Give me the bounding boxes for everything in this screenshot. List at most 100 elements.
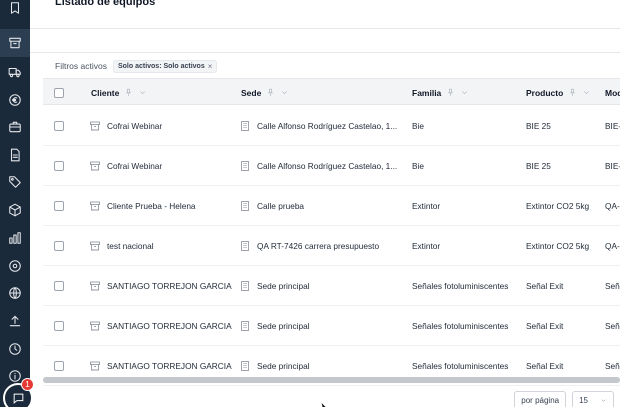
column-header-modelo[interactable]: Mod bbox=[605, 79, 620, 106]
cell-modelo: Señ bbox=[605, 266, 620, 306]
row-checkbox[interactable] bbox=[54, 266, 64, 306]
active-filters: Filtros activos Solo activos: Solo activ… bbox=[55, 59, 218, 73]
cliente-text: Cofrai Webinar bbox=[107, 121, 163, 131]
horizontal-scrollbar[interactable] bbox=[43, 377, 620, 383]
row-checkbox[interactable] bbox=[54, 226, 64, 266]
column-header-familia[interactable]: Familia bbox=[412, 79, 469, 106]
familia-text: Extintor bbox=[412, 201, 441, 211]
column-header-producto[interactable]: Producto bbox=[526, 79, 591, 106]
scrollbar-thumb[interactable] bbox=[43, 377, 620, 383]
column-label: Sede bbox=[241, 87, 262, 98]
building-icon bbox=[241, 241, 249, 251]
page-title: Listado de equipos bbox=[55, 0, 156, 8]
upload-icon[interactable] bbox=[0, 307, 30, 335]
producto-text: Señal Exit bbox=[526, 281, 564, 291]
remove-filter-icon[interactable]: × bbox=[208, 62, 213, 71]
bar-chart-icon[interactable] bbox=[0, 224, 30, 252]
select-all-checkbox[interactable] bbox=[54, 79, 64, 106]
building-icon bbox=[241, 281, 249, 291]
filter-pin-icon[interactable] bbox=[266, 88, 275, 97]
row-checkbox[interactable] bbox=[54, 186, 64, 226]
modelo-text: Señ bbox=[605, 361, 620, 371]
column-label: Cliente bbox=[91, 87, 120, 98]
table-row[interactable]: Cofrai Webinar Calle Alfonso Rodríguez Ca… bbox=[43, 146, 620, 186]
archive-box-icon[interactable] bbox=[0, 29, 30, 57]
filters-label: Filtros activos bbox=[55, 61, 107, 71]
table-row[interactable]: Cliente Prueba - Helena Calle prueba Extin… bbox=[43, 186, 620, 226]
cell-modelo: Señ bbox=[605, 306, 620, 346]
table-header: Cliente Sede Familia Producto Mod bbox=[43, 78, 620, 105]
sede-text: Sede principal bbox=[257, 281, 310, 291]
toolbar bbox=[30, 29, 620, 53]
familia-text: Bie bbox=[412, 121, 424, 131]
chevron-down-icon[interactable] bbox=[138, 88, 147, 97]
bookmark-icon[interactable] bbox=[0, 0, 30, 22]
producto-text: Extintor CO2 5kg bbox=[526, 241, 590, 251]
familia-text: Extintor bbox=[412, 241, 441, 251]
filter-pin-icon[interactable] bbox=[124, 88, 133, 97]
familia-text: Señales fotoluminiscentes bbox=[412, 321, 509, 331]
sede-text: Calle prueba bbox=[257, 201, 305, 211]
cliente-text: SANTIAGO TORREJON GARCIA bbox=[107, 281, 232, 291]
globe-icon[interactable] bbox=[0, 279, 30, 307]
producto-text: Señal Exit bbox=[526, 361, 564, 371]
column-header-sede[interactable]: Sede bbox=[241, 79, 289, 106]
archive-box-icon bbox=[90, 161, 100, 171]
cell-familia: Señales fotoluminiscentes bbox=[412, 266, 522, 306]
building-icon bbox=[241, 121, 249, 131]
briefcase-icon[interactable] bbox=[0, 113, 30, 141]
column-label: Mod bbox=[605, 87, 620, 98]
producto-text: BIE 25 bbox=[526, 121, 551, 131]
building-icon bbox=[241, 201, 249, 211]
sede-text: Calle Alfonso Rodríguez Castelao, 1... bbox=[257, 121, 398, 131]
cell-modelo: BIE- bbox=[605, 106, 620, 146]
filter-pin-icon[interactable] bbox=[446, 88, 455, 97]
document-icon[interactable] bbox=[0, 141, 30, 169]
chevron-down-icon[interactable] bbox=[280, 88, 289, 97]
table-row[interactable]: test nacional QA RT-7426 carrera presupue… bbox=[43, 226, 620, 266]
cell-sede: Calle Alfonso Rodríguez Castelao, 1... bbox=[239, 106, 407, 146]
archive-box-icon bbox=[90, 321, 100, 331]
chevron-down-icon[interactable] bbox=[460, 88, 469, 97]
cell-sede: Sede principal bbox=[239, 266, 407, 306]
producto-text: Señal Exit bbox=[526, 321, 564, 331]
cell-cliente: SANTIAGO TORREJON GARCIA bbox=[89, 266, 237, 306]
column-label: Familia bbox=[412, 87, 442, 98]
filter-pin-icon[interactable] bbox=[568, 88, 577, 97]
producto-text: BIE 25 bbox=[526, 161, 551, 171]
per-page-select[interactable]: 15 bbox=[572, 391, 614, 407]
clock-icon[interactable] bbox=[0, 335, 30, 363]
cell-producto: Extintor CO2 5kg bbox=[526, 186, 601, 226]
column-label: Producto bbox=[526, 87, 564, 98]
chevron-down-icon[interactable] bbox=[582, 88, 591, 97]
familia-text: Señales fotoluminiscentes bbox=[412, 361, 509, 371]
table-row[interactable]: SANTIAGO TORREJON GARCIA Sede principal Se… bbox=[43, 266, 620, 306]
table-row[interactable]: SANTIAGO TORREJON GARCIA Sede principal Se… bbox=[43, 306, 620, 346]
euro-icon[interactable] bbox=[0, 86, 30, 114]
cliente-text: SANTIAGO TORREJON GARCIA bbox=[107, 321, 232, 331]
cell-producto: BIE 25 bbox=[526, 106, 601, 146]
cliente-text: test nacional bbox=[107, 241, 154, 251]
modelo-text: Señ bbox=[605, 321, 620, 331]
cube-icon[interactable] bbox=[0, 196, 30, 224]
mouse-cursor-icon bbox=[320, 401, 327, 407]
truck-icon[interactable] bbox=[0, 58, 30, 86]
cell-sede: QA RT-7426 carrera presupuesto bbox=[239, 226, 407, 266]
cell-familia: Bie bbox=[412, 106, 522, 146]
table-row[interactable]: Cofrai Webinar Calle Alfonso Rodríguez Ca… bbox=[43, 106, 620, 146]
cell-familia: Extintor bbox=[412, 186, 522, 226]
row-checkbox[interactable] bbox=[54, 106, 64, 146]
settings-icon[interactable] bbox=[0, 252, 30, 280]
sede-text: Sede principal bbox=[257, 361, 310, 371]
cell-producto: BIE 25 bbox=[526, 146, 601, 186]
column-header-cliente[interactable]: Cliente bbox=[91, 79, 147, 106]
cell-sede: Calle Alfonso Rodríguez Castelao, 1... bbox=[239, 146, 407, 186]
row-checkbox[interactable] bbox=[54, 146, 64, 186]
cell-cliente: Cliente Prueba - Helena bbox=[89, 186, 237, 226]
sede-text: Sede principal bbox=[257, 321, 310, 331]
cell-cliente: test nacional bbox=[89, 226, 237, 266]
tag-icon[interactable] bbox=[0, 168, 30, 196]
cliente-text: Cofrai Webinar bbox=[107, 161, 163, 171]
filter-chip-solo-activos[interactable]: Solo activos: Solo activos × bbox=[112, 59, 218, 73]
row-checkbox[interactable] bbox=[54, 306, 64, 346]
